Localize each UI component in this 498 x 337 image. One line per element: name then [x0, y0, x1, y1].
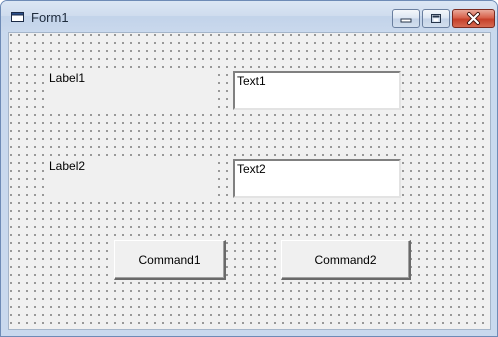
text2-textbox[interactable]: Text2 — [233, 159, 401, 198]
window-title: Form1 — [31, 10, 69, 25]
label2[interactable]: Label2 — [47, 157, 213, 197]
form-design-surface[interactable]: Label1 Text1 Label2 Text2 Command1 Comma… — [8, 32, 491, 330]
form-window: Form1 Label1 Text1 Label2 Text2 Command1 — [0, 0, 498, 337]
title-bar[interactable]: Form1 — [1, 1, 497, 31]
label1[interactable]: Label1 — [47, 69, 213, 111]
minimize-icon — [400, 18, 412, 23]
text1-textbox[interactable]: Text1 — [233, 71, 401, 110]
minimize-button[interactable] — [392, 9, 420, 28]
command1-button[interactable]: Command1 — [114, 240, 226, 280]
maximize-button[interactable] — [422, 9, 450, 28]
close-icon — [467, 12, 480, 25]
close-button[interactable] — [452, 9, 495, 28]
form-window-icon — [11, 12, 24, 22]
command2-button[interactable]: Command2 — [281, 240, 411, 280]
maximize-icon — [431, 14, 441, 23]
